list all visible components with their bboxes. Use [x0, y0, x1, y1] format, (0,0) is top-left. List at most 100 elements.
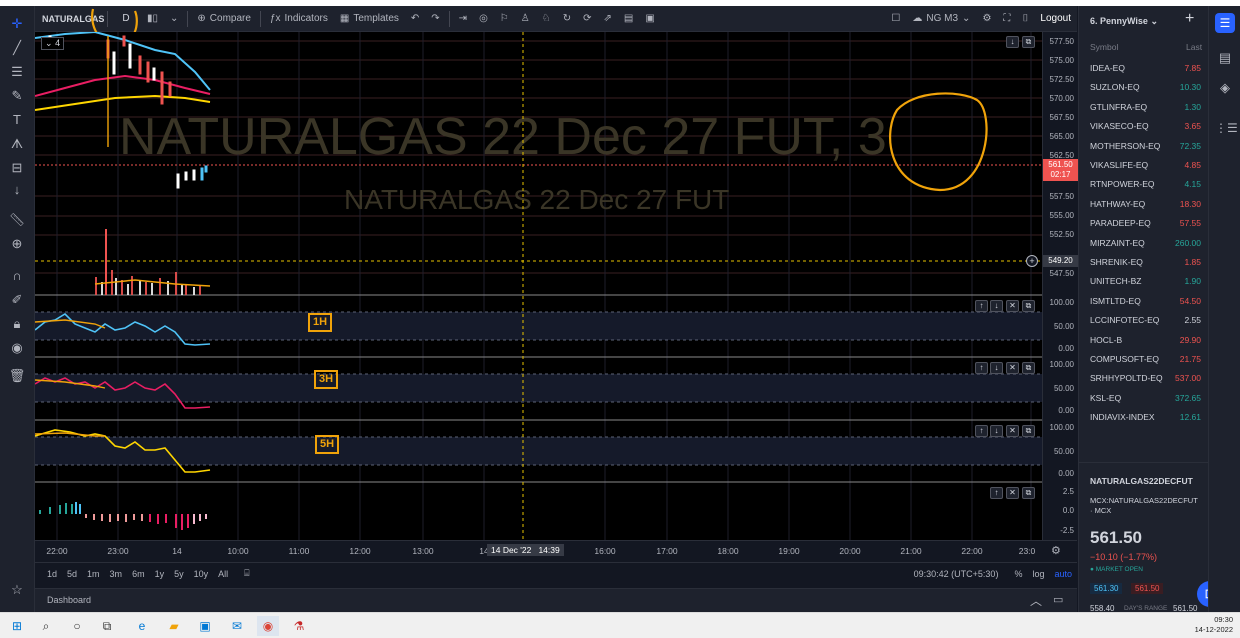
- zoom-icon[interactable]: ⊕: [7, 234, 27, 254]
- watchlist-row[interactable]: MOTHERSON-EQ 72.35: [1079, 137, 1209, 156]
- gauge-icon[interactable]: ◎: [473, 6, 494, 32]
- range-1d[interactable]: 1d: [42, 569, 62, 579]
- watchlist-row[interactable]: SRHHYPOLTD-EQ 537.00: [1079, 369, 1209, 388]
- crosshair-icon[interactable]: ✛: [7, 14, 27, 34]
- pane-up-icon[interactable]: ↑: [975, 300, 988, 312]
- range-5d[interactable]: 5d: [62, 569, 82, 579]
- watchlist-row[interactable]: MIRZAINT-EQ 260.00: [1079, 234, 1209, 253]
- chrome-icon[interactable]: ◉: [257, 616, 279, 636]
- pane-restore-icon[interactable]: ⧉: [1022, 362, 1035, 374]
- lock-icon[interactable]: 🔒︎: [7, 314, 27, 334]
- windows-start-icon[interactable]: ⊞: [6, 616, 28, 636]
- range-all[interactable]: All: [213, 569, 233, 579]
- watchlist-row[interactable]: VIKASLIFE-EQ 4.85: [1079, 156, 1209, 175]
- file-explorer-icon[interactable]: ▰: [163, 616, 185, 636]
- watchlist-row[interactable]: PARADEEP-EQ 57.55: [1079, 214, 1209, 233]
- cloud-layout-button[interactable]: ☁ NG M3 ⌄: [906, 6, 976, 32]
- range-6m[interactable]: 6m: [127, 569, 150, 579]
- system-clock[interactable]: 09:30 14-12-2022: [1185, 615, 1233, 635]
- watchlist-row[interactable]: INDIAVIX-INDEX 12.61: [1079, 408, 1209, 427]
- magnet-icon[interactable]: ∩: [7, 266, 27, 286]
- redo-icon[interactable]: ↷: [425, 6, 445, 32]
- watchlist-row[interactable]: RTNPOWER-EQ 4.15: [1079, 175, 1209, 194]
- monitor-icon[interactable]: ▣: [639, 6, 660, 32]
- indicators-button[interactable]: ƒx Indicators: [264, 6, 334, 32]
- user-icon[interactable]: ♙: [515, 6, 536, 32]
- auto-toggle[interactable]: auto: [1049, 569, 1077, 579]
- column-symbol[interactable]: Symbol: [1090, 42, 1118, 52]
- gear-icon[interactable]: ⚙: [976, 6, 997, 32]
- pane-down-icon[interactable]: ↓: [990, 425, 1003, 437]
- add-symbol-icon[interactable]: +: [1185, 10, 1194, 28]
- brush-icon[interactable]: ✎: [7, 86, 27, 106]
- pane-close-icon[interactable]: ✕: [1006, 362, 1019, 374]
- range-10y[interactable]: 10y: [189, 569, 214, 579]
- axis-settings-icon[interactable]: ⚙: [1051, 544, 1061, 557]
- range-1m[interactable]: 1m: [82, 569, 105, 579]
- chevron-up-icon[interactable]: ︿: [1030, 592, 1042, 609]
- clock-timezone[interactable]: 09:30:42 (UTC+5:30): [909, 569, 1004, 579]
- eye-icon[interactable]: ◉: [7, 338, 27, 358]
- pattern-icon[interactable]: ᗑ: [7, 134, 27, 154]
- pane-down-icon[interactable]: ↓: [1006, 36, 1019, 48]
- square-icon[interactable]: ☐: [885, 6, 906, 32]
- price-axis[interactable]: 577.50 575.00 572.50 570.00 567.50 565.0…: [1042, 32, 1078, 540]
- watchlist-row[interactable]: GTLINFRA-EQ 1.30: [1079, 98, 1209, 117]
- time-axis[interactable]: 22:00 23:00 14 10:00 11:00 12:00 13:00 1…: [35, 540, 1077, 560]
- watchlist-row[interactable]: ISMTLTD-EQ 54.50: [1079, 292, 1209, 311]
- watchlist-row[interactable]: HOCL-B 29.90: [1079, 331, 1209, 350]
- watchlist-row[interactable]: IDEA-EQ 7.85: [1079, 59, 1209, 78]
- task-view-icon[interactable]: ⧉: [96, 616, 118, 636]
- chevron-down-icon[interactable]: ⌄: [164, 6, 184, 32]
- details-symbol[interactable]: NATURALGAS22DECFUT: [1090, 476, 1193, 486]
- prediction-icon[interactable]: ⊟: [7, 158, 27, 178]
- pane-restore-icon[interactable]: ⧉: [1022, 425, 1035, 437]
- alert-icon[interactable]: ⚐: [494, 6, 515, 32]
- pane-up-icon[interactable]: ↑: [990, 487, 1003, 499]
- watchlist-icon[interactable]: ☰: [1215, 13, 1235, 33]
- add-alert-icon[interactable]: +: [1026, 255, 1038, 267]
- watchlist-selector[interactable]: 6. PennyWise ⌄: [1090, 16, 1158, 27]
- edge-icon[interactable]: e: [131, 616, 153, 636]
- goto-date-icon[interactable]: ⌸: [239, 568, 254, 579]
- compare-button[interactable]: ⊕ Compare: [191, 6, 257, 32]
- pane-restore-icon[interactable]: ⧉: [1022, 487, 1035, 499]
- pane-up-icon[interactable]: ↑: [975, 425, 988, 437]
- trash-icon[interactable]: 🗑︎: [7, 366, 27, 386]
- ask-price[interactable]: 561.50: [1131, 583, 1164, 594]
- undo-icon[interactable]: ↶: [405, 6, 425, 32]
- range-5y[interactable]: 5y: [169, 569, 189, 579]
- watchlist-row[interactable]: KSL-EQ 372.65: [1079, 389, 1209, 408]
- refresh-icon[interactable]: ↻: [557, 6, 577, 32]
- range-1y[interactable]: 1y: [150, 569, 170, 579]
- maximize-icon[interactable]: ▭: [1053, 593, 1063, 606]
- app-icon[interactable]: ⚗: [288, 616, 310, 636]
- watchlist-row[interactable]: UNITECH-BZ 1.90: [1079, 272, 1209, 291]
- pane-close-icon[interactable]: ✕: [1006, 425, 1019, 437]
- screener-icon[interactable]: ⋮☰: [1215, 118, 1238, 138]
- bid-price[interactable]: 561.30: [1090, 583, 1123, 594]
- percent-toggle[interactable]: %: [1009, 569, 1027, 579]
- column-last[interactable]: Last: [1186, 42, 1202, 52]
- layers-icon[interactable]: ◈: [1215, 78, 1235, 98]
- watchlist-row[interactable]: VIKASECO-EQ 3.65: [1079, 117, 1209, 136]
- chart-window-icon[interactable]: ▤: [618, 6, 639, 32]
- pane-up-icon[interactable]: ↑: [975, 362, 988, 374]
- watchlist-row[interactable]: COMPUSOFT-EQ 21.75: [1079, 350, 1209, 369]
- trade-icon[interactable]: ⇥: [453, 6, 473, 32]
- sync-icon[interactable]: ⟳: [577, 6, 597, 32]
- dashboard-tab[interactable]: Dashboard: [47, 595, 91, 605]
- watchlist-row[interactable]: LCCINFOTEC-EQ 2.55: [1079, 311, 1209, 330]
- camera-icon[interactable]: ⌷: [1016, 6, 1034, 32]
- pane-down-icon[interactable]: ↓: [990, 362, 1003, 374]
- text-icon[interactable]: T: [7, 110, 27, 130]
- logout-button[interactable]: Logout: [1034, 6, 1077, 32]
- ruler-icon[interactable]: 📏︎: [7, 210, 27, 230]
- pane-close-icon[interactable]: ✕: [1006, 300, 1019, 312]
- range-3m[interactable]: 3m: [105, 569, 128, 579]
- watchlist-row[interactable]: HATHWAY-EQ 18.30: [1079, 195, 1209, 214]
- open-external-icon[interactable]: ⇗: [597, 6, 617, 32]
- news-icon[interactable]: ▤: [1215, 48, 1235, 68]
- templates-button[interactable]: ▦ Templates: [334, 6, 405, 32]
- search-icon[interactable]: ⌕: [35, 616, 57, 636]
